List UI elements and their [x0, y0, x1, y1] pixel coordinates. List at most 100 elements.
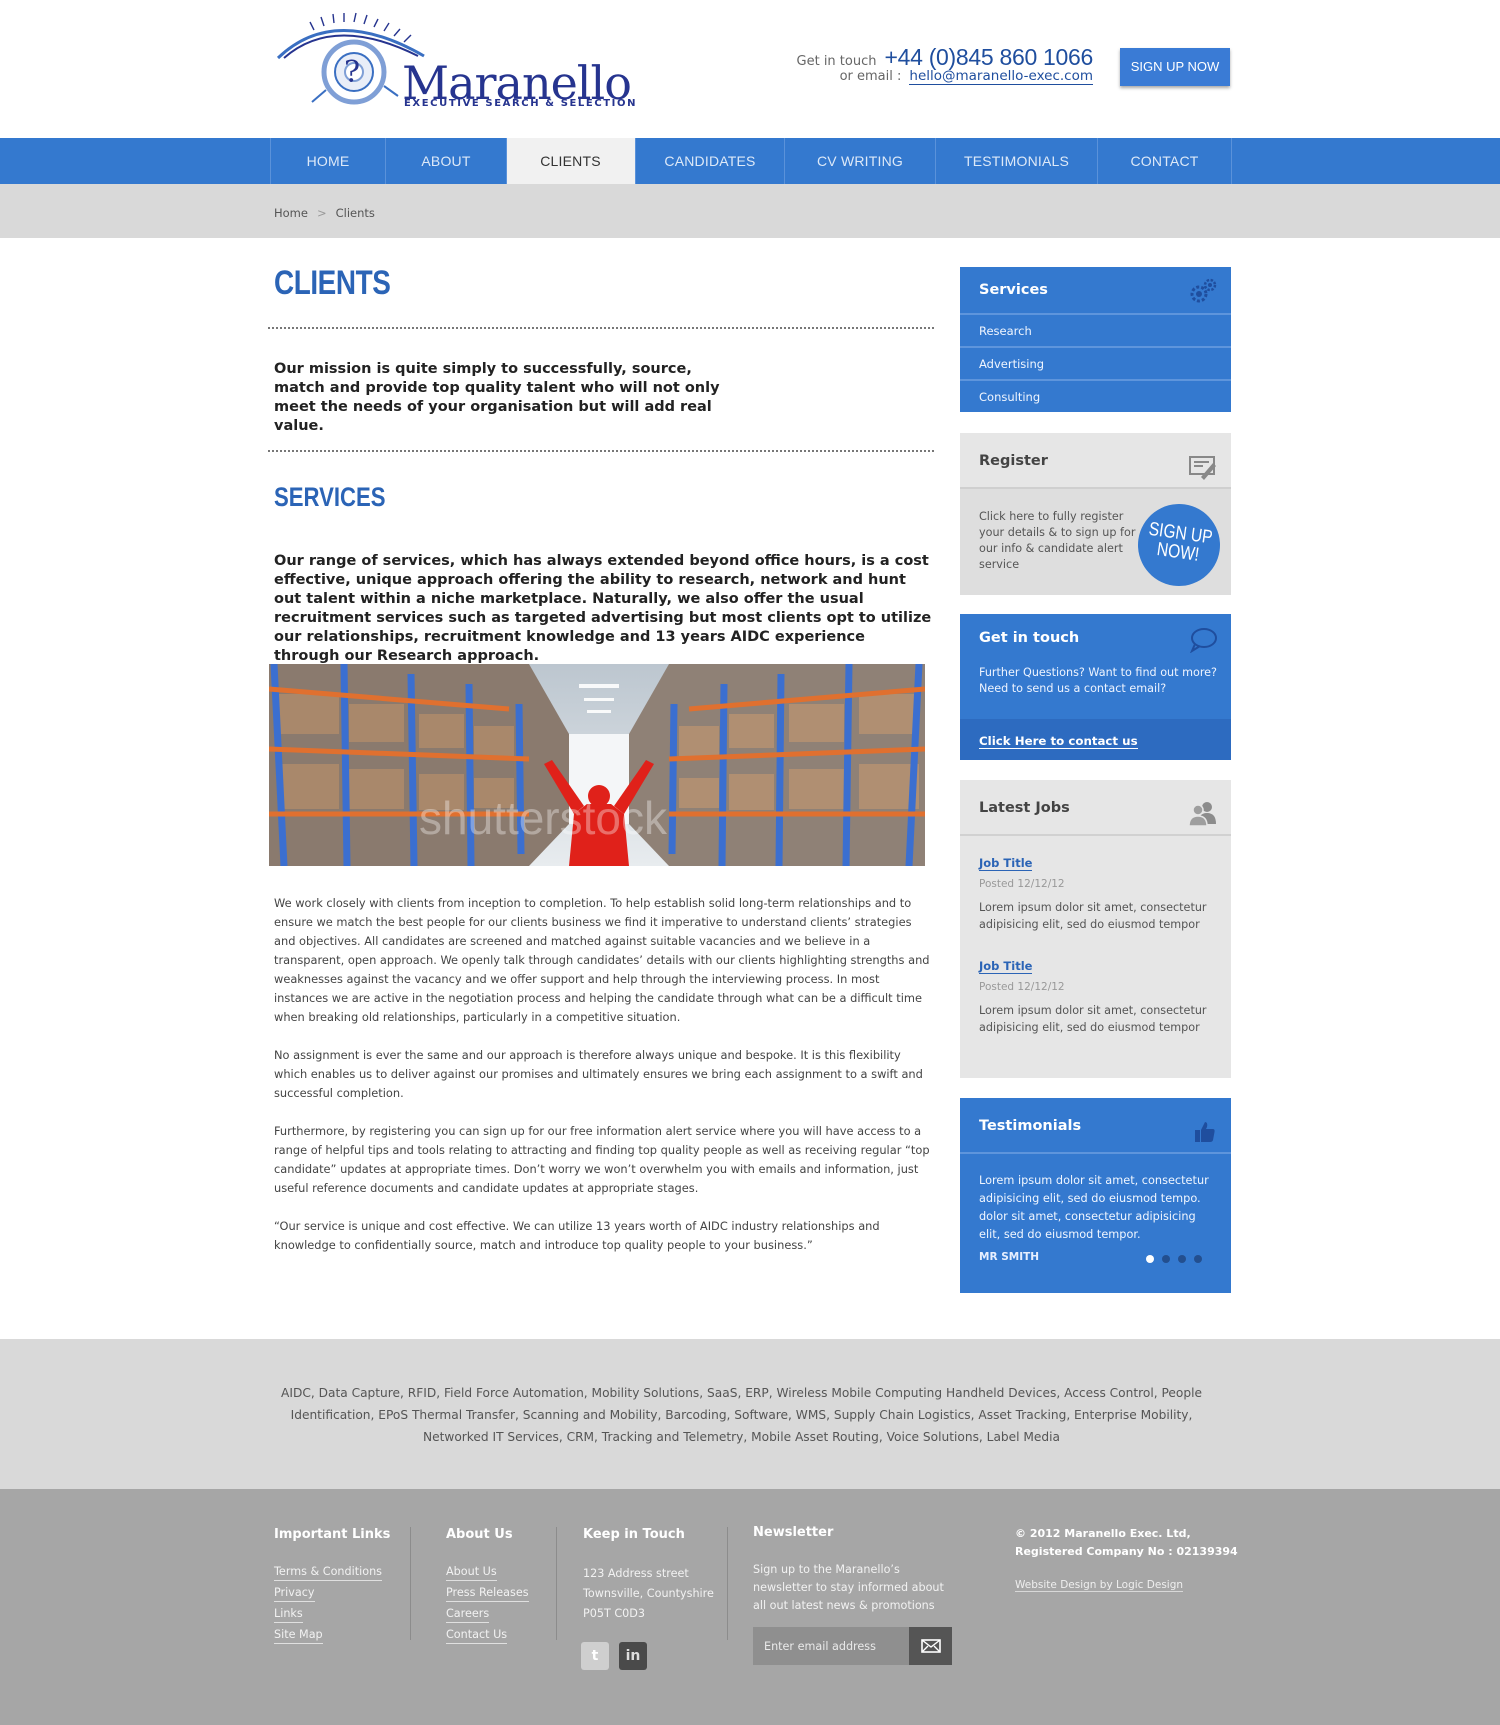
pager-dot[interactable]	[1162, 1255, 1170, 1263]
keywords-text: AIDC, Data Capture, RFID, Field Force Au…	[281, 1386, 1202, 1444]
keywords-band: AIDC, Data Capture, RFID, Field Force Au…	[0, 1339, 1500, 1489]
footer-legal: © 2012 Maranello Exec. Ltd, Registered C…	[1015, 1525, 1238, 1592]
nav-item-about[interactable]: ABOUT	[386, 138, 507, 184]
body-paragraph: We work closely with clients from incept…	[274, 896, 930, 1024]
footer-divider	[556, 1527, 557, 1640]
main-nav: HOME ABOUT CLIENTS CANDIDATES CV WRITING…	[0, 138, 1500, 184]
sidebar-item-consulting[interactable]: Consulting	[960, 379, 1231, 412]
latest-jobs-header: Latest Jobs	[960, 780, 1231, 836]
social-links: t in	[581, 1642, 714, 1670]
body-text: We work closely with clients from incept…	[274, 894, 934, 1274]
get-in-touch-title: Get in touch	[979, 630, 1080, 646]
services-intro: Our range of services, which has always …	[274, 553, 932, 664]
body-paragraph: “Our service is unique and cost effectiv…	[274, 1219, 880, 1252]
newsletter-text: Sign up to the Maranello’s newsletter to…	[753, 1563, 944, 1612]
footer-about-us: About Us About Us Press Releases Careers…	[446, 1527, 529, 1648]
job-item: Job Title Posted 12/12/12 Lorem ipsum do…	[979, 852, 1219, 933]
body-paragraph: No assignment is ever the same and our a…	[274, 1048, 923, 1100]
get-in-touch-label: Get in touch	[796, 54, 877, 69]
sidebar-item-advertising[interactable]: Advertising	[960, 346, 1231, 379]
footer-link-contact[interactable]: Contact Us	[446, 1627, 508, 1644]
body-paragraph: Furthermore, by registering you can sign…	[274, 1124, 930, 1195]
phone-number[interactable]: +44 (0)845 860 1066	[884, 44, 1093, 71]
footer-address: 123 Address street Townsville, Countyshi…	[583, 1564, 714, 1624]
footer-link-careers[interactable]: Careers	[446, 1606, 490, 1623]
nav-item-clients[interactable]: CLIENTS	[507, 138, 635, 184]
header-contact: Get in touch +44 (0)845 860 1066 or emai…	[797, 44, 1093, 90]
testimonials-widget: Testimonials Lorem ipsum dolor sit amet,…	[960, 1098, 1231, 1293]
job-title-link[interactable]: Job Title	[979, 959, 1033, 974]
copyright-line: © 2012 Maranello Exec. Ltd,	[1015, 1527, 1191, 1540]
pager-dot[interactable]	[1146, 1255, 1154, 1263]
footer-link-press[interactable]: Press Releases	[446, 1585, 529, 1602]
nav-item-home[interactable]: HOME	[271, 138, 386, 184]
contact-link-bar: Click Here to contact us	[960, 719, 1231, 760]
register-text: Click here to fully register your detail…	[979, 510, 1136, 571]
testimonial-pager	[1146, 1255, 1202, 1263]
footer-heading: Newsletter	[753, 1525, 834, 1540]
logo-tagline: EXECUTIVE SEARCH & SELECTION	[404, 98, 638, 109]
copyright: © 2012 Maranello Exec. Ltd, Registered C…	[1015, 1525, 1238, 1561]
address-line: 123 Address street	[583, 1567, 689, 1580]
footer-heading: Important Links	[274, 1527, 391, 1542]
address-line: Townsville, Countyshire	[583, 1587, 714, 1600]
register-widget-title: Register	[979, 453, 1048, 469]
site-header: ? Maranello EXECUTIVE SEARCH & SELECTION…	[0, 0, 1500, 138]
hero-watermark: shutterstock	[419, 792, 668, 844]
breadcrumb-separator: >	[316, 206, 327, 220]
footer-heading: About Us	[446, 1527, 513, 1542]
pager-dot[interactable]	[1194, 1255, 1202, 1263]
company-number: Registered Company No : 02139394	[1015, 1545, 1238, 1558]
job-description: Lorem ipsum dolor sit amet, consectetur …	[979, 1004, 1207, 1034]
site-footer: Important Links Terms & Conditions Priva…	[0, 1489, 1500, 1725]
footer-link-privacy[interactable]: Privacy	[274, 1585, 315, 1602]
pager-dot[interactable]	[1178, 1255, 1186, 1263]
nav-item-candidates[interactable]: CANDIDATES	[635, 138, 785, 184]
job-posted-date: Posted 12/12/12	[979, 981, 1065, 993]
services-title: SERVICES	[274, 482, 386, 512]
footer-divider	[727, 1527, 728, 1640]
job-posted-date: Posted 12/12/12	[979, 878, 1065, 890]
envelope-icon	[920, 1639, 941, 1653]
job-description: Lorem ipsum dolor sit amet, consectetur …	[979, 901, 1207, 931]
signup-button[interactable]: SIGN UP NOW	[1120, 48, 1230, 86]
latest-jobs-title: Latest Jobs	[979, 800, 1070, 816]
footer-link-sitemap[interactable]: Site Map	[274, 1627, 323, 1644]
form-icon	[1189, 449, 1217, 505]
testimonials-title: Testimonials	[979, 1118, 1082, 1134]
testimonial-author: MR SMITH	[979, 1251, 1040, 1263]
twitter-icon[interactable]: t	[581, 1642, 609, 1670]
services-widget-title: Services	[979, 282, 1048, 298]
footer-link-links[interactable]: Links	[274, 1606, 303, 1623]
footer-link-about[interactable]: About Us	[446, 1564, 497, 1581]
email-label: or email :	[839, 69, 902, 84]
page-title: CLIENTS	[274, 264, 391, 302]
nav-item-contact[interactable]: CONTACT	[1098, 138, 1232, 184]
email-link[interactable]: hello@maranello-exec.com	[909, 68, 1093, 85]
thumbs-up-icon	[1193, 1112, 1217, 1168]
signup-now-badge[interactable]: SIGN UP NOW!	[1132, 498, 1226, 592]
breadcrumb-current: Clients	[335, 206, 375, 220]
footer-keep-in-touch: Keep in Touch 123 Address street Townsvi…	[581, 1527, 714, 1670]
contact-us-link[interactable]: Click Here to contact us	[979, 734, 1138, 749]
users-icon	[1188, 794, 1217, 850]
footer-link-terms[interactable]: Terms & Conditions	[274, 1564, 382, 1581]
footer-newsletter: Newsletter Sign up to the Maranello’s ne…	[753, 1525, 953, 1665]
footer-divider	[410, 1527, 411, 1640]
nav-item-cv-writing[interactable]: CV WRITING	[785, 138, 936, 184]
newsletter-email-input[interactable]	[753, 1627, 909, 1665]
job-item: Job Title Posted 12/12/12 Lorem ipsum do…	[979, 955, 1219, 1036]
breadcrumb-home[interactable]: Home	[274, 206, 308, 220]
services-widget-header: Services	[960, 267, 1231, 313]
logo[interactable]: ? Maranello EXECUTIVE SEARCH & SELECTION	[274, 10, 635, 114]
latest-jobs-widget: Latest Jobs Job Title Posted 12/12/12 Lo…	[960, 780, 1231, 1078]
register-widget: Register Click here to fully register yo…	[960, 433, 1231, 595]
mission-statement: Our mission is quite simply to successfu…	[274, 361, 720, 434]
address-line: P05T C0D3	[583, 1607, 646, 1620]
nav-item-testimonials[interactable]: TESTIMONIALS	[936, 138, 1098, 184]
job-title-link[interactable]: Job Title	[979, 856, 1033, 871]
design-credit-link[interactable]: Website Design by Logic Design	[1015, 1579, 1184, 1592]
linkedin-icon[interactable]: in	[619, 1642, 647, 1670]
get-in-touch-header: Get in touch	[960, 614, 1231, 662]
newsletter-submit-button[interactable]	[909, 1627, 952, 1665]
